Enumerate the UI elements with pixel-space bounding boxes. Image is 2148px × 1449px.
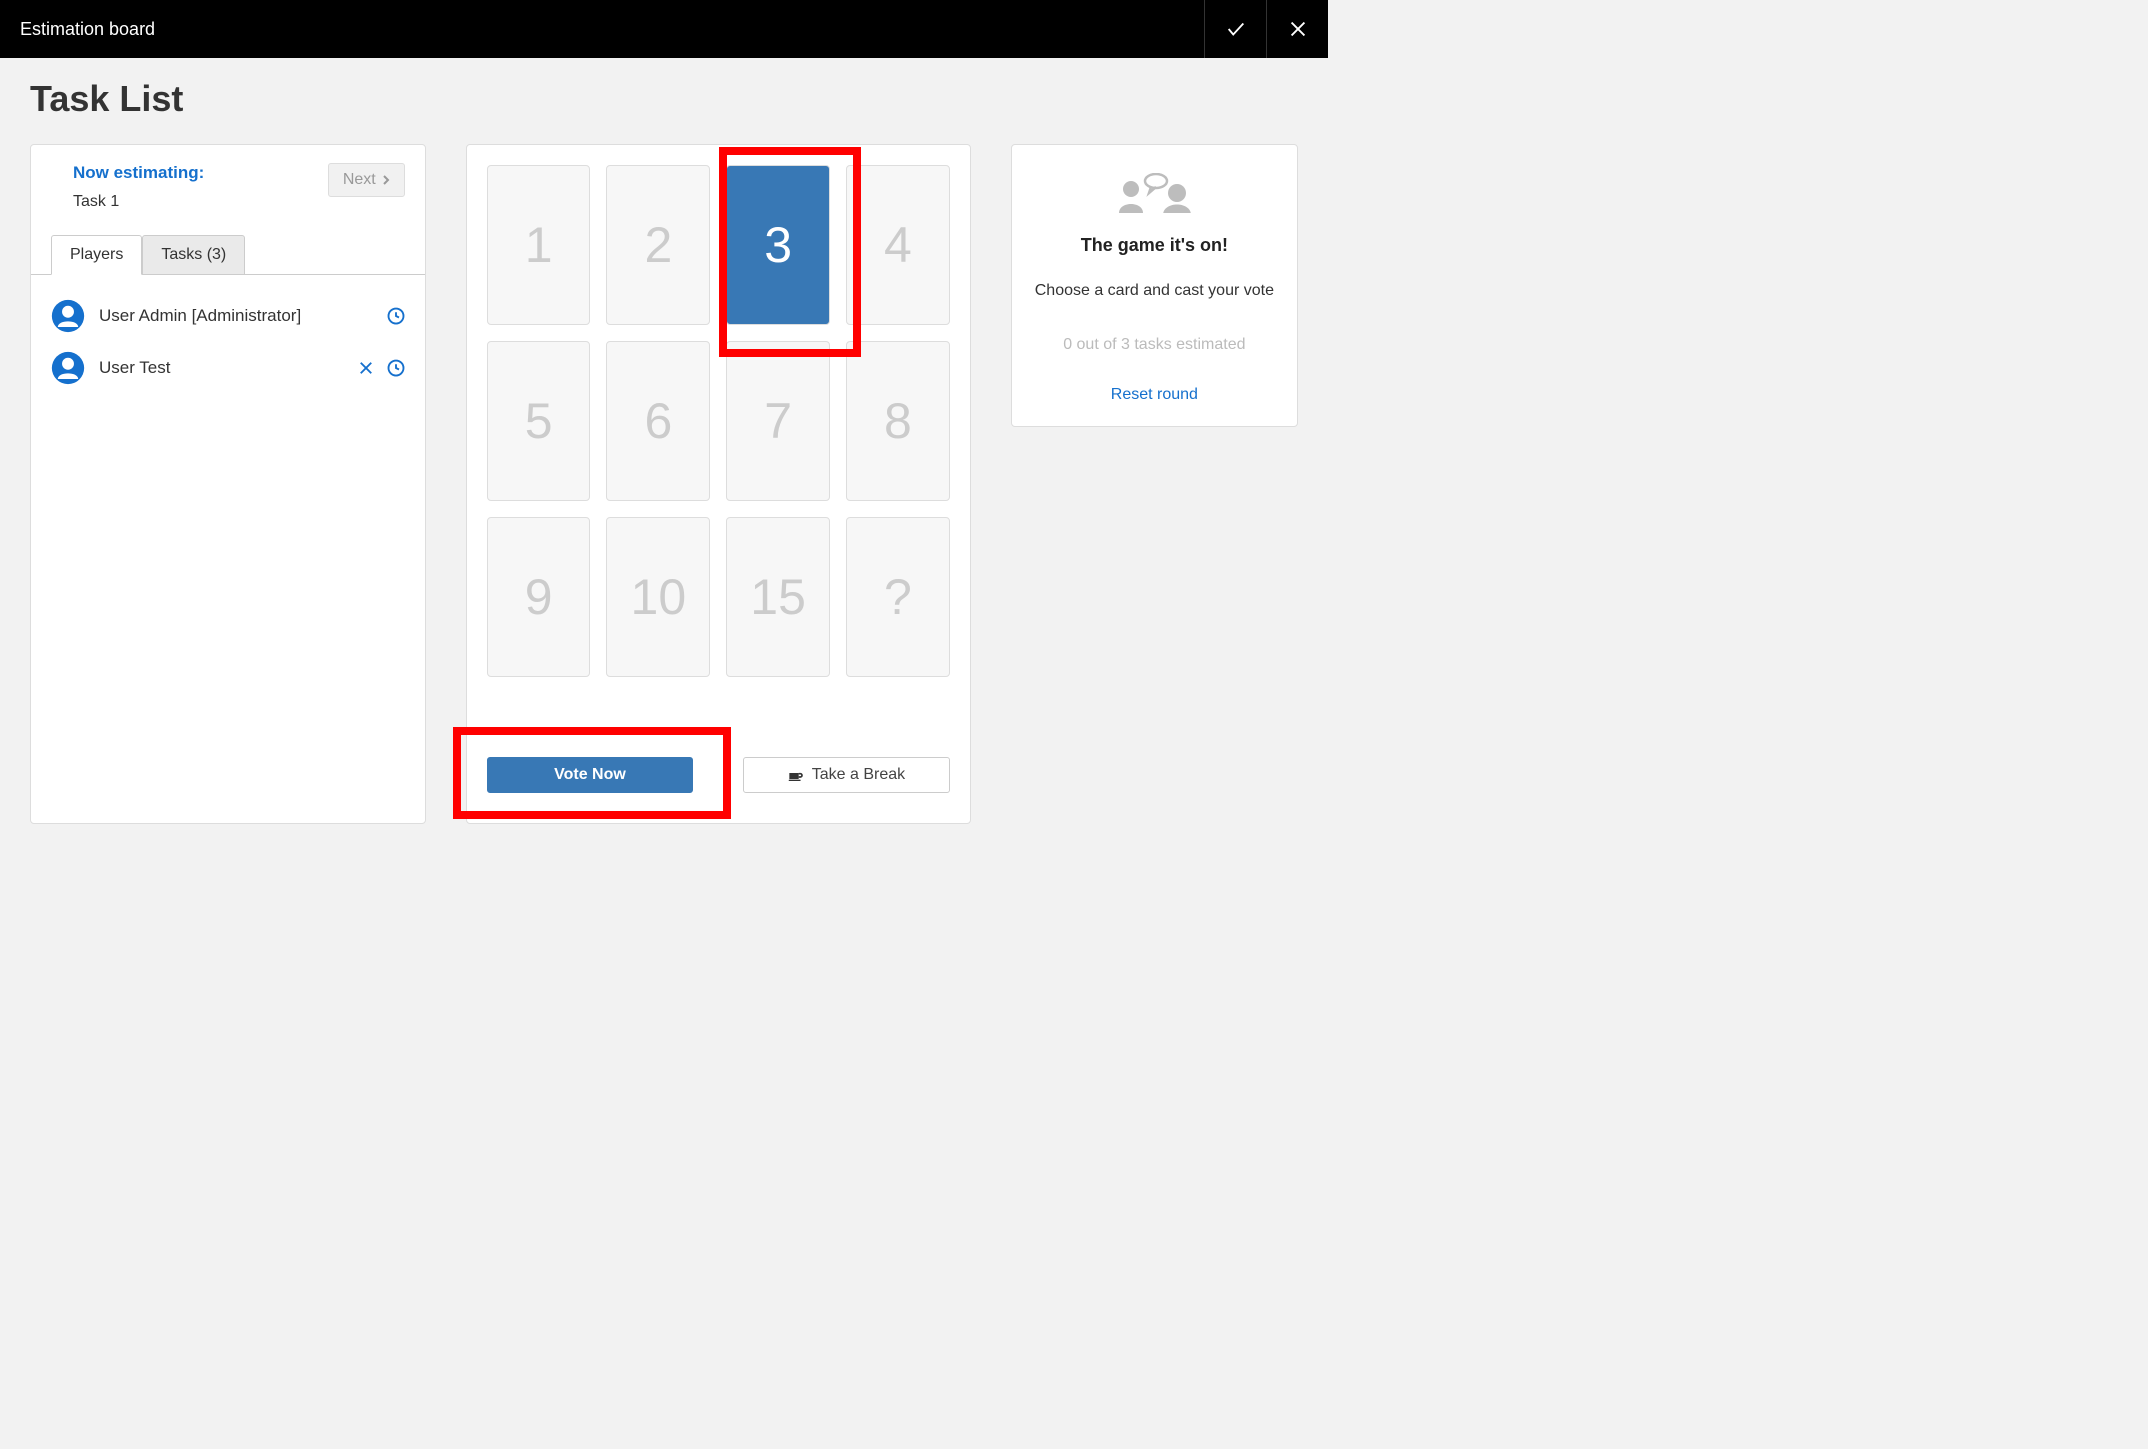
page-title: Task List [30, 78, 1298, 120]
vote-now-label: Vote Now [554, 766, 626, 784]
card-2[interactable]: 2 [606, 165, 710, 325]
avatar-icon [51, 299, 85, 333]
page-content: Task List Now estimating: Task 1 Next Pl… [0, 58, 1328, 854]
player-name: User Test [99, 358, 343, 378]
avatar-icon [51, 351, 85, 385]
tab-tasks[interactable]: Tasks (3) [142, 235, 245, 275]
columns: Now estimating: Task 1 Next Players Task… [30, 144, 1298, 824]
center-buttons: Vote Now Take a Break [487, 757, 950, 793]
current-task: Task 1 [73, 193, 204, 211]
next-button[interactable]: Next [328, 163, 405, 197]
task-progress: 0 out of 3 tasks estimated [1030, 336, 1279, 354]
player-actions [357, 359, 405, 377]
tabs: Players Tasks (3) [31, 235, 425, 275]
card-1[interactable]: 1 [487, 165, 591, 325]
close-icon [1287, 18, 1309, 40]
card-4[interactable]: 4 [846, 165, 950, 325]
pending-icon[interactable] [387, 359, 405, 377]
next-button-label: Next [343, 171, 376, 189]
game-subtitle: Choose a card and cast your vote [1030, 280, 1279, 302]
tab-players[interactable]: Players [51, 235, 142, 275]
card-5[interactable]: 5 [487, 341, 591, 501]
now-estimating-label: Now estimating: [73, 163, 204, 183]
card-7[interactable]: 7 [726, 341, 830, 501]
card-6[interactable]: 6 [606, 341, 710, 501]
confirm-button[interactable] [1204, 0, 1266, 58]
take-break-label: Take a Break [812, 766, 905, 784]
header-bar: Estimation board [0, 0, 1328, 58]
card-grid: 1 2 3 4 5 6 7 8 9 10 15 ? [487, 165, 950, 677]
card-3[interactable]: 3 [726, 165, 830, 325]
reset-round-link[interactable]: Reset round [1030, 386, 1279, 404]
take-break-button[interactable]: Take a Break [743, 757, 950, 793]
check-icon [1225, 18, 1247, 40]
right-panel: The game it's on! Choose a card and cast… [1011, 144, 1298, 427]
player-row: User Admin [Administrator] [51, 299, 405, 333]
card-10[interactable]: 10 [606, 517, 710, 677]
player-row: User Test [51, 351, 405, 385]
left-panel: Now estimating: Task 1 Next Players Task… [30, 144, 426, 824]
card-unknown[interactable]: ? [846, 517, 950, 677]
player-name: User Admin [Administrator] [99, 306, 373, 326]
pending-icon[interactable] [387, 307, 405, 325]
header-actions [1204, 0, 1328, 58]
player-list: User Admin [Administrator] User Test [31, 275, 425, 427]
left-header: Now estimating: Task 1 Next [31, 145, 425, 215]
player-actions [387, 307, 405, 325]
remove-player-button[interactable] [357, 359, 375, 377]
center-panel: 1 2 3 4 5 6 7 8 9 10 15 ? Vote Now [466, 144, 971, 824]
now-estimating: Now estimating: Task 1 [73, 163, 204, 211]
game-on-title: The game it's on! [1030, 235, 1279, 256]
vote-now-button[interactable]: Vote Now [487, 757, 694, 793]
coffee-icon [788, 767, 804, 783]
card-8[interactable]: 8 [846, 341, 950, 501]
close-button[interactable] [1266, 0, 1328, 58]
card-9[interactable]: 9 [487, 517, 591, 677]
header-title: Estimation board [20, 19, 155, 40]
card-15[interactable]: 15 [726, 517, 830, 677]
discussion-icon [1109, 173, 1199, 213]
chevron-right-icon [382, 174, 390, 186]
